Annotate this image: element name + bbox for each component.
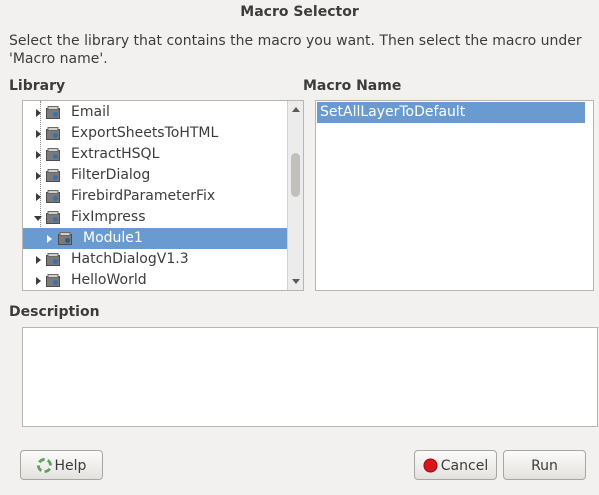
cancel-button[interactable]: Cancel xyxy=(414,450,497,480)
help-lifebuoy-icon xyxy=(36,457,52,473)
instructions-text: Select the library that contains the mac… xyxy=(9,33,582,67)
basic-library-icon xyxy=(46,169,60,182)
library-item-label: FilterDialog xyxy=(71,167,151,183)
expand-arrow-icon[interactable] xyxy=(36,277,41,285)
macro-name-list[interactable]: SetAllLayerToDefault xyxy=(315,100,594,291)
cancel-button-label: Cancel xyxy=(440,458,489,474)
library-item-label: HatchDialogV1.3 xyxy=(71,251,189,267)
scroll-up-arrow-icon[interactable] xyxy=(292,107,300,112)
library-item-label: Email xyxy=(71,104,110,120)
library-item-label: Module1 xyxy=(83,230,143,246)
library-item-label: HelloWorld xyxy=(71,272,147,288)
library-item-label: FirebirdParameterFix xyxy=(71,188,216,204)
library-tree[interactable]: Email ExportSheetsToHTML ExtractHSQL Fil… xyxy=(22,100,304,291)
library-item-module1[interactable]: Module1 xyxy=(23,228,288,249)
expand-arrow-icon[interactable] xyxy=(47,235,52,243)
cancel-stop-icon xyxy=(423,457,438,473)
help-button[interactable]: Help xyxy=(20,450,103,480)
macro-name-label: Macro Name xyxy=(303,78,402,94)
help-button-label: Help xyxy=(54,458,87,474)
library-item-label: ExportSheetsToHTML xyxy=(71,125,219,141)
run-button[interactable]: Run xyxy=(503,450,586,480)
basic-library-icon xyxy=(46,190,60,203)
library-label: Library xyxy=(9,78,66,94)
expand-arrow-icon[interactable] xyxy=(36,109,41,117)
expand-arrow-icon[interactable] xyxy=(36,172,41,180)
scroll-down-arrow-icon[interactable] xyxy=(292,279,300,284)
basic-library-icon xyxy=(46,274,60,287)
library-item-email[interactable]: Email xyxy=(23,102,288,123)
run-button-label: Run xyxy=(531,458,558,474)
library-item-fiximpress[interactable]: FixImpress xyxy=(23,207,288,228)
basic-library-icon xyxy=(46,211,60,224)
library-item-firebirdparameterfix[interactable]: FirebirdParameterFix xyxy=(23,186,288,207)
basic-library-icon xyxy=(46,253,60,266)
module-icon xyxy=(58,232,72,245)
collapse-arrow-icon[interactable] xyxy=(34,216,42,221)
expand-arrow-icon[interactable] xyxy=(36,151,41,159)
basic-library-icon xyxy=(46,106,60,119)
description-box xyxy=(22,327,598,427)
library-item-filterdialog[interactable]: FilterDialog xyxy=(23,165,288,186)
expand-arrow-icon[interactable] xyxy=(36,256,41,264)
basic-library-icon xyxy=(46,127,60,140)
expand-arrow-icon[interactable] xyxy=(36,130,41,138)
library-item-label: ExtractHSQL xyxy=(71,146,160,162)
library-item-label: FixImpress xyxy=(71,209,146,225)
expand-arrow-icon[interactable] xyxy=(36,193,41,201)
window-title: Macro Selector xyxy=(0,0,599,24)
library-scrollbar[interactable] xyxy=(287,101,303,290)
basic-library-icon xyxy=(46,148,60,161)
macro-item[interactable]: SetAllLayerToDefault xyxy=(317,102,585,123)
library-item-helloworld[interactable]: HelloWorld xyxy=(23,270,288,290)
library-item-exportsheetstohtml[interactable]: ExportSheetsToHTML xyxy=(23,123,288,144)
scrollbar-thumb[interactable] xyxy=(291,153,300,197)
library-item-extracthsql[interactable]: ExtractHSQL xyxy=(23,144,288,165)
description-label: Description xyxy=(9,304,100,320)
library-item-hatchdialog[interactable]: HatchDialogV1.3 xyxy=(23,249,288,270)
